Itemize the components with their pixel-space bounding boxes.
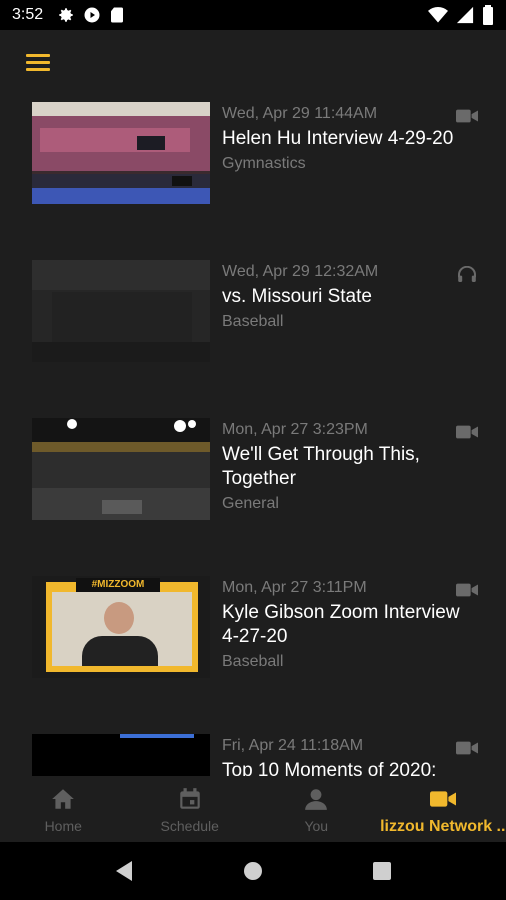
nav-schedule[interactable]: Schedule — [127, 776, 254, 842]
feed-item[interactable]: Wed, Apr 29 12:32AM vs. Missouri State B… — [0, 254, 506, 394]
signal-icon — [456, 6, 474, 24]
item-date: Fri, Apr 24 11:18AM — [222, 737, 364, 754]
wifi-icon — [428, 7, 448, 23]
audio-thumbnail — [32, 260, 210, 362]
item-date: Wed, Apr 29 12:32AM — [222, 263, 379, 280]
feed-item[interactable]: Mon, Apr 27 3:23PM We'll Get Through Thi… — [0, 412, 506, 552]
media-feed: Wed, Apr 29 11:44AM Helen Hu Interview 4… — [0, 96, 506, 776]
zoom-video — [52, 592, 192, 666]
item-sport: Gymnastics — [222, 155, 306, 172]
nav-network[interactable]: lizzou Network .. — [380, 776, 506, 842]
video-camera-icon — [429, 791, 456, 807]
nav-label: lizzou Network .. — [380, 818, 506, 835]
gear-icon — [59, 8, 73, 22]
status-time: 3:52 — [12, 6, 44, 23]
item-sport: Baseball — [222, 313, 284, 330]
feed-item[interactable]: Fri, Apr 24 11:18AM Top 10 Moments of 20… — [0, 728, 506, 776]
item-title: vs. Missouri State — [222, 286, 372, 307]
home-circle-icon[interactable] — [238, 856, 268, 886]
item-sport: General — [222, 495, 279, 512]
status-bar: 3:52 — [0, 0, 506, 30]
headphones-icon — [458, 266, 476, 282]
item-date: Mon, Apr 27 3:23PM — [222, 421, 368, 438]
play-icon — [84, 7, 100, 23]
person-icon — [305, 789, 328, 810]
nav-label: Schedule — [160, 818, 219, 834]
person-shape — [104, 602, 134, 634]
item-date: Wed, Apr 29 11:44AM — [222, 105, 378, 122]
system-navigation-bar — [0, 842, 506, 900]
nav-label: You — [304, 818, 329, 834]
video-camera-icon — [456, 425, 478, 439]
battery-icon — [483, 5, 493, 25]
item-title: Top 10 Moments of 2020: — [222, 760, 437, 776]
home-icon — [52, 789, 75, 809]
video-camera-icon — [456, 583, 478, 597]
sd-card-icon — [111, 7, 124, 23]
nav-you[interactable]: You — [253, 776, 380, 842]
app-bar — [0, 30, 506, 96]
video-camera-icon — [456, 741, 478, 755]
video-thumbnail — [32, 418, 210, 520]
feed-item[interactable]: #MIZZOOM Mon, Apr 27 3:11PM Kyle Gibson … — [0, 570, 506, 710]
thumb-highlight — [120, 734, 194, 738]
back-icon[interactable] — [109, 856, 139, 886]
app-screen: Wed, Apr 29 11:44AM Helen Hu Interview 4… — [0, 30, 506, 842]
person-body — [82, 636, 158, 666]
hamburger-menu-icon[interactable] — [26, 54, 52, 74]
nav-label: Home — [44, 818, 82, 834]
nav-home[interactable]: Home — [0, 776, 127, 842]
item-title: Kyle Gibson Zoom Interview 4-27-20 — [222, 602, 460, 647]
video-thumbnail — [32, 734, 210, 776]
item-sport: Baseball — [222, 653, 284, 670]
video-thumbnail: #MIZZOOM — [32, 576, 210, 678]
zoom-frame — [46, 582, 198, 672]
item-title: We'll Get Through This, Together — [222, 444, 420, 489]
mizzoom-badge: #MIZZOOM — [76, 578, 160, 592]
bottom-navigation: Home Schedule You lizzou Network .. — [0, 776, 506, 842]
video-thumbnail — [32, 102, 210, 204]
feed-item[interactable]: Wed, Apr 29 11:44AM Helen Hu Interview 4… — [0, 96, 506, 236]
item-date: Mon, Apr 27 3:11PM — [222, 579, 367, 596]
item-title: Helen Hu Interview 4-29-20 — [222, 128, 454, 149]
video-camera-icon — [456, 109, 478, 123]
recents-icon[interactable] — [367, 856, 397, 886]
calendar-icon — [180, 788, 200, 809]
